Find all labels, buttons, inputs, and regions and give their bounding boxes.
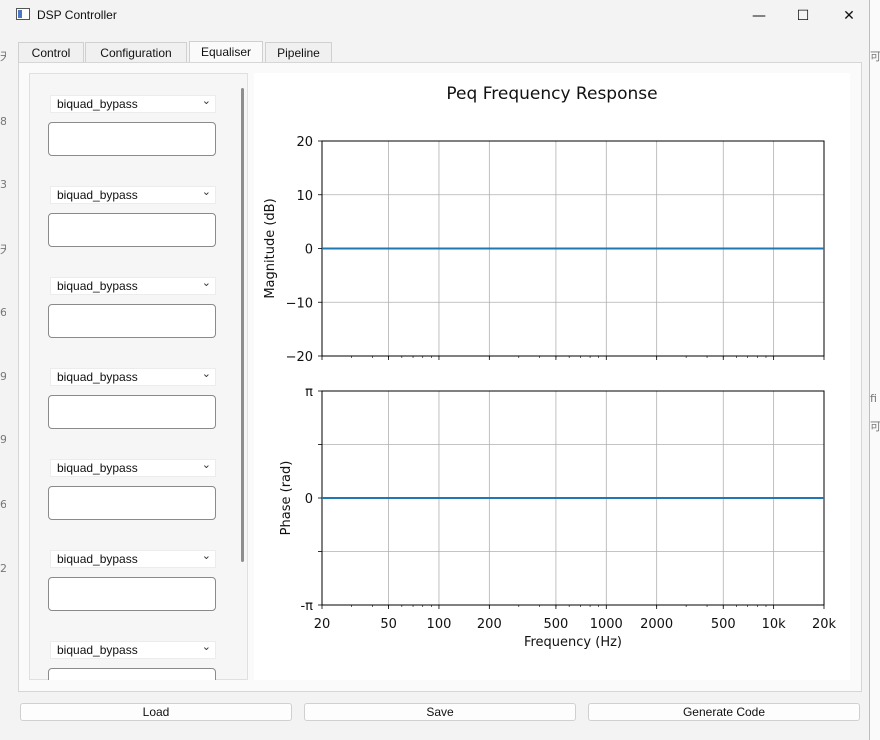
background-glyph: 3 <box>0 178 6 191</box>
filter-type-value: biquad_bypass <box>57 97 138 111</box>
filter-type-select[interactable]: biquad_bypass ⌄ <box>50 641 216 659</box>
filter-type-select[interactable]: biquad_bypass ⌄ <box>50 458 216 477</box>
filter-type-select[interactable]: biquad_bypass ⌄ <box>50 276 216 295</box>
background-glyph: 9 <box>0 433 6 446</box>
filter-params-input[interactable] <box>48 668 216 680</box>
filter-params-input[interactable] <box>48 304 216 338</box>
background-glyph: 天 <box>0 243 6 256</box>
y-tick-label: −20 <box>286 350 313 365</box>
filter-list-scrollbar[interactable] <box>241 88 244 562</box>
background-glyph: 8 <box>0 115 6 128</box>
x-tick-label: 100 <box>427 617 452 632</box>
x-tick-label: 20k <box>812 617 837 632</box>
maximize-icon: ☐ <box>796 8 810 24</box>
x-tick-label: 10k <box>762 617 787 632</box>
chevron-down-icon: ⌄ <box>201 94 211 107</box>
filter-params-input[interactable] <box>48 395 216 429</box>
y-axis-label: Magnitude (dB) <box>263 198 278 298</box>
filter-type-value: biquad_bypass <box>57 552 138 566</box>
load-button[interactable]: Load <box>20 703 292 721</box>
y-tick-label: π <box>305 385 313 400</box>
tab-equaliser[interactable]: Equaliser <box>189 41 263 62</box>
save-button[interactable]: Save <box>304 703 576 721</box>
filter-item: biquad_bypass ⌄ <box>48 276 218 339</box>
filter-type-value: biquad_bypass <box>57 279 138 293</box>
x-tick-label: 500 <box>544 617 569 632</box>
filter-params-input[interactable] <box>48 213 216 247</box>
y-tick-label: −10 <box>286 296 313 311</box>
x-axis-label: Frequency (Hz) <box>524 635 622 650</box>
x-tick-label: 1000 <box>590 617 623 632</box>
close-button[interactable]: ✕ <box>826 0 872 32</box>
chevron-down-icon: ⌄ <box>201 185 211 198</box>
filter-type-value: biquad_bypass <box>57 461 138 475</box>
y-tick-label: 0 <box>305 243 313 258</box>
title-bar[interactable]: DSP Controller — ☐ ✕ <box>0 0 870 32</box>
background-glyph: 9 <box>0 370 6 383</box>
tab-pipeline[interactable]: Pipeline <box>265 42 332 62</box>
tab-control[interactable]: Control <box>18 42 84 62</box>
filter-params-input[interactable] <box>48 122 216 156</box>
y-tick-label: 20 <box>296 135 313 150</box>
filter-type-value: biquad_bypass <box>57 188 138 202</box>
minimize-button[interactable]: — <box>736 0 782 32</box>
filter-type-select[interactable]: biquad_bypass ⌄ <box>50 94 216 113</box>
app-icon <box>16 8 30 20</box>
y-tick-label: 10 <box>296 189 313 204</box>
background-glyph: 天 <box>0 50 6 63</box>
filter-type-select[interactable]: biquad_bypass ⌄ <box>50 549 216 568</box>
minimize-icon: — <box>752 8 766 24</box>
background-glyph: fi <box>870 392 877 405</box>
filter-item: biquad_bypass ⌄ <box>48 641 218 680</box>
background-glyph: 可 <box>870 420 880 433</box>
x-tick-label: 2000 <box>640 617 673 632</box>
tab-configuration[interactable]: Configuration <box>85 42 187 62</box>
y-axis-label: Phase (rad) <box>279 461 294 536</box>
chevron-down-icon: ⌄ <box>201 367 211 380</box>
background-glyph: 可 <box>870 50 880 63</box>
filter-item: biquad_bypass ⌄ <box>48 458 218 521</box>
filter-type-select[interactable]: biquad_bypass ⌄ <box>50 367 216 386</box>
filter-item: biquad_bypass ⌄ <box>48 549 218 612</box>
chevron-down-icon: ⌄ <box>201 276 211 289</box>
frequency-response-chart: Peq Frequency Response20100−10−20Magnitu… <box>254 73 850 680</box>
filter-type-value: biquad_bypass <box>57 643 138 657</box>
chevron-down-icon: ⌄ <box>201 549 211 562</box>
background-glyph: 2 <box>0 562 6 575</box>
x-tick-label: 50 <box>380 617 397 632</box>
maximize-button[interactable]: ☐ <box>780 0 826 32</box>
y-tick-label: -π <box>300 599 313 614</box>
filter-type-select[interactable]: biquad_bypass ⌄ <box>50 185 216 204</box>
filter-item: biquad_bypass ⌄ <box>48 185 218 248</box>
x-tick-label: 500 <box>711 617 736 632</box>
filter-item: biquad_bypass ⌄ <box>48 367 218 430</box>
x-tick-label: 200 <box>477 617 502 632</box>
generate-code-button[interactable]: Generate Code <box>588 703 860 721</box>
window-title: DSP Controller <box>37 8 117 22</box>
close-icon: ✕ <box>843 8 855 24</box>
main-window: DSP Controller — ☐ ✕ Control Configurati… <box>0 0 870 740</box>
chevron-down-icon: ⌄ <box>201 641 211 653</box>
filter-type-value: biquad_bypass <box>57 370 138 384</box>
background-window-strip: 可 fi 可 <box>870 0 880 740</box>
filter-item: biquad_bypass ⌄ <box>48 94 218 157</box>
background-glyph: 6 <box>0 498 6 511</box>
background-glyph: 6 <box>0 306 6 319</box>
chart-title: Peq Frequency Response <box>446 84 657 104</box>
y-tick-label: 0 <box>305 492 313 507</box>
filter-params-input[interactable] <box>48 577 216 611</box>
chevron-down-icon: ⌄ <box>201 458 211 471</box>
x-tick-label: 20 <box>314 617 331 632</box>
filter-params-input[interactable] <box>48 486 216 520</box>
